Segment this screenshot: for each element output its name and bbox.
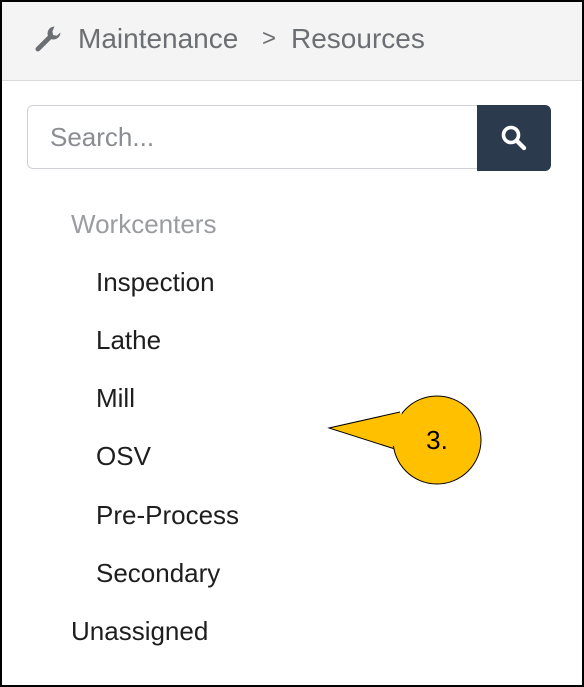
- tree-item-inspection[interactable]: Inspection: [96, 267, 215, 298]
- resources-panel: Maintenance > Resources Workcenters Insp…: [0, 0, 584, 687]
- callout-label: 3.: [426, 425, 448, 455]
- search-icon: [501, 125, 527, 151]
- tree-item-pre-process[interactable]: Pre-Process: [96, 500, 239, 531]
- breadcrumb-maintenance[interactable]: Maintenance: [78, 21, 238, 57]
- tree-item-unassigned[interactable]: Unassigned: [71, 616, 208, 647]
- tree-group-workcenters[interactable]: Workcenters: [71, 209, 216, 240]
- tree-item-mill[interactable]: Mill: [96, 383, 135, 414]
- tree-item-lathe[interactable]: Lathe: [96, 325, 161, 356]
- tree-item-secondary[interactable]: Secondary: [96, 558, 220, 589]
- tree-item-osv[interactable]: OSV: [96, 441, 151, 472]
- breadcrumb-resources: Resources: [291, 23, 425, 54]
- search-button[interactable]: [477, 105, 551, 171]
- search-bar: [27, 105, 551, 171]
- wrench-icon: [33, 24, 63, 54]
- breadcrumb-separator: >: [262, 25, 277, 52]
- breadcrumb: Maintenance > Resources: [2, 2, 582, 81]
- search-input[interactable]: [27, 105, 477, 169]
